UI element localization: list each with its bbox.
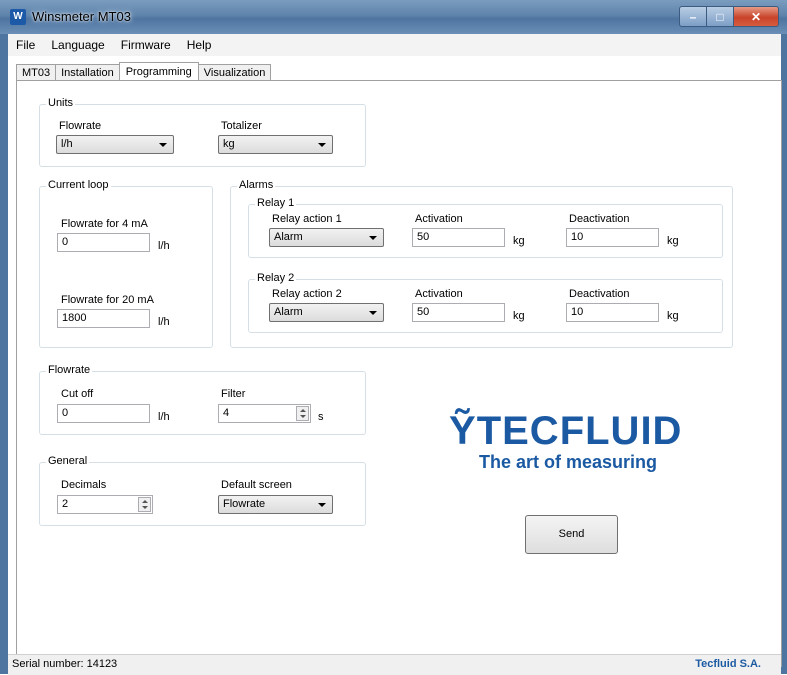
flowrate-20ma-unit: l/h [158, 316, 170, 328]
window-frame-left [0, 34, 8, 674]
filter-stepper[interactable]: 4 [218, 404, 311, 423]
logo-wordmark: ỸTECFLUID [449, 409, 682, 454]
current-loop-group-label: Current loop [46, 179, 111, 191]
decimals-value: 2 [62, 498, 69, 510]
relay2-activation-label: Activation [415, 288, 463, 300]
flowrate-group-label: Flowrate [46, 364, 93, 376]
company-name: Tecfluid S.A. [695, 658, 761, 670]
decimals-label: Decimals [61, 479, 107, 491]
default-screen-label: Default screen [221, 479, 292, 491]
relay2-group: Relay 2 Relay action 2 Alarm Activation … [248, 272, 723, 333]
relay2-group-label: Relay 2 [255, 272, 297, 284]
relay1-action-select[interactable]: Alarm [269, 228, 384, 247]
title-bar: W Winsmeter MT03 – □ ✕ [0, 0, 787, 34]
alarms-group: Alarms Relay 1 Relay action 1 Alarm Acti… [230, 179, 733, 348]
send-button[interactable]: Send [525, 515, 618, 554]
close-button[interactable]: ✕ [734, 6, 779, 27]
flowrate-4ma-input[interactable]: 0 [57, 233, 150, 252]
relay2-deactivation-label: Deactivation [569, 288, 630, 300]
relay1-activation-unit: kg [513, 235, 525, 247]
relay2-action-label: Relay action 2 [272, 288, 342, 300]
flowrate-20ma-input[interactable]: 1800 [57, 309, 150, 328]
flowrate-group: Flowrate Cut off 0 l/h Filter 4 s [39, 364, 366, 435]
chevron-down-icon [159, 143, 167, 147]
flowrate-4ma-label: Flowrate for 4 mA [61, 218, 148, 230]
units-totalizer-select[interactable]: kg [218, 135, 333, 154]
logo-tagline: The art of measuring [479, 452, 658, 472]
relay1-deactivation-input[interactable]: 10 [566, 228, 659, 247]
status-bar: Serial number: 14123 Tecfluid S.A. [8, 654, 781, 675]
decimals-stepper[interactable]: 2 [57, 495, 153, 514]
chevron-down-icon [318, 503, 326, 507]
logo-symbol-icon: Ỹ [449, 409, 477, 453]
menu-language[interactable]: Language [43, 38, 112, 52]
units-flowrate-label: Flowrate [59, 120, 102, 132]
filter-value: 4 [223, 407, 230, 419]
spin-arrows-icon[interactable] [138, 497, 151, 512]
tab-strip: MT03 Installation Programming Visualizat… [16, 61, 272, 82]
minimize-button[interactable]: – [679, 6, 707, 27]
relay1-group: Relay 1 Relay action 1 Alarm Activation … [248, 197, 723, 258]
cutoff-input[interactable]: 0 [57, 404, 150, 423]
default-screen-value: Flowrate [223, 498, 266, 510]
serial-number: Serial number: 14123 [12, 658, 118, 670]
cutoff-unit: l/h [158, 411, 170, 423]
units-group-label: Units [46, 97, 76, 109]
current-loop-group: Current loop Flowrate for 4 mA 0 l/h Flo… [39, 179, 213, 348]
window-client: File Language Firmware Help MT03 Install… [8, 34, 782, 675]
chevron-down-icon [318, 143, 326, 147]
window-title: Winsmeter MT03 [32, 9, 131, 24]
relay1-group-label: Relay 1 [255, 197, 297, 209]
relay1-action-label: Relay action 1 [272, 213, 342, 225]
flowrate-4ma-unit: l/h [158, 240, 170, 252]
relay1-action-value: Alarm [274, 231, 303, 243]
relay1-deactivation-unit: kg [667, 235, 679, 247]
relay2-action-select[interactable]: Alarm [269, 303, 384, 322]
spin-arrows-icon[interactable] [296, 406, 309, 421]
relay1-deactivation-label: Deactivation [569, 213, 630, 225]
tab-mt03[interactable]: MT03 [16, 64, 57, 81]
relay2-deactivation-input[interactable]: 10 [566, 303, 659, 322]
relay1-activation-input[interactable]: 50 [412, 228, 505, 247]
tab-installation[interactable]: Installation [55, 64, 120, 81]
menu-firmware[interactable]: Firmware [113, 38, 179, 52]
alarms-group-label: Alarms [237, 179, 276, 191]
relay2-activation-input[interactable]: 50 [412, 303, 505, 322]
app-logo-icon: W [10, 9, 26, 25]
chevron-down-icon [369, 236, 377, 240]
tab-programming[interactable]: Programming [118, 62, 199, 82]
units-totalizer-value: kg [223, 138, 235, 150]
chevron-down-icon [369, 311, 377, 315]
units-group: Units Flowrate l/h Totalizer kg [39, 97, 366, 167]
menu-file[interactable]: File [8, 38, 43, 52]
relay2-action-value: Alarm [274, 306, 303, 318]
filter-label: Filter [221, 388, 246, 400]
units-totalizer-label: Totalizer [221, 120, 262, 132]
filter-unit: s [318, 411, 324, 423]
menu-bar: File Language Firmware Help [8, 34, 781, 56]
maximize-button[interactable]: □ [707, 6, 734, 27]
tecfluid-logo: ỸTECFLUID The art of measuring [449, 409, 682, 473]
relay1-activation-label: Activation [415, 213, 463, 225]
menu-help[interactable]: Help [179, 38, 220, 52]
general-group-label: General [46, 455, 90, 467]
relay2-activation-unit: kg [513, 310, 525, 322]
programming-panel: Units Flowrate l/h Totalizer kg Current … [16, 80, 782, 667]
tab-visualization[interactable]: Visualization [197, 64, 272, 81]
relay2-deactivation-unit: kg [667, 310, 679, 322]
general-group: General Decimals 2 Default screen Flowra… [39, 455, 366, 526]
logo-wordmark-text: TECFLUID [476, 409, 683, 453]
default-screen-select[interactable]: Flowrate [218, 495, 333, 514]
cutoff-label: Cut off [61, 388, 94, 400]
flowrate-20ma-label: Flowrate for 20 mA [61, 294, 154, 306]
units-flowrate-value: l/h [61, 138, 73, 150]
units-flowrate-select[interactable]: l/h [56, 135, 174, 154]
